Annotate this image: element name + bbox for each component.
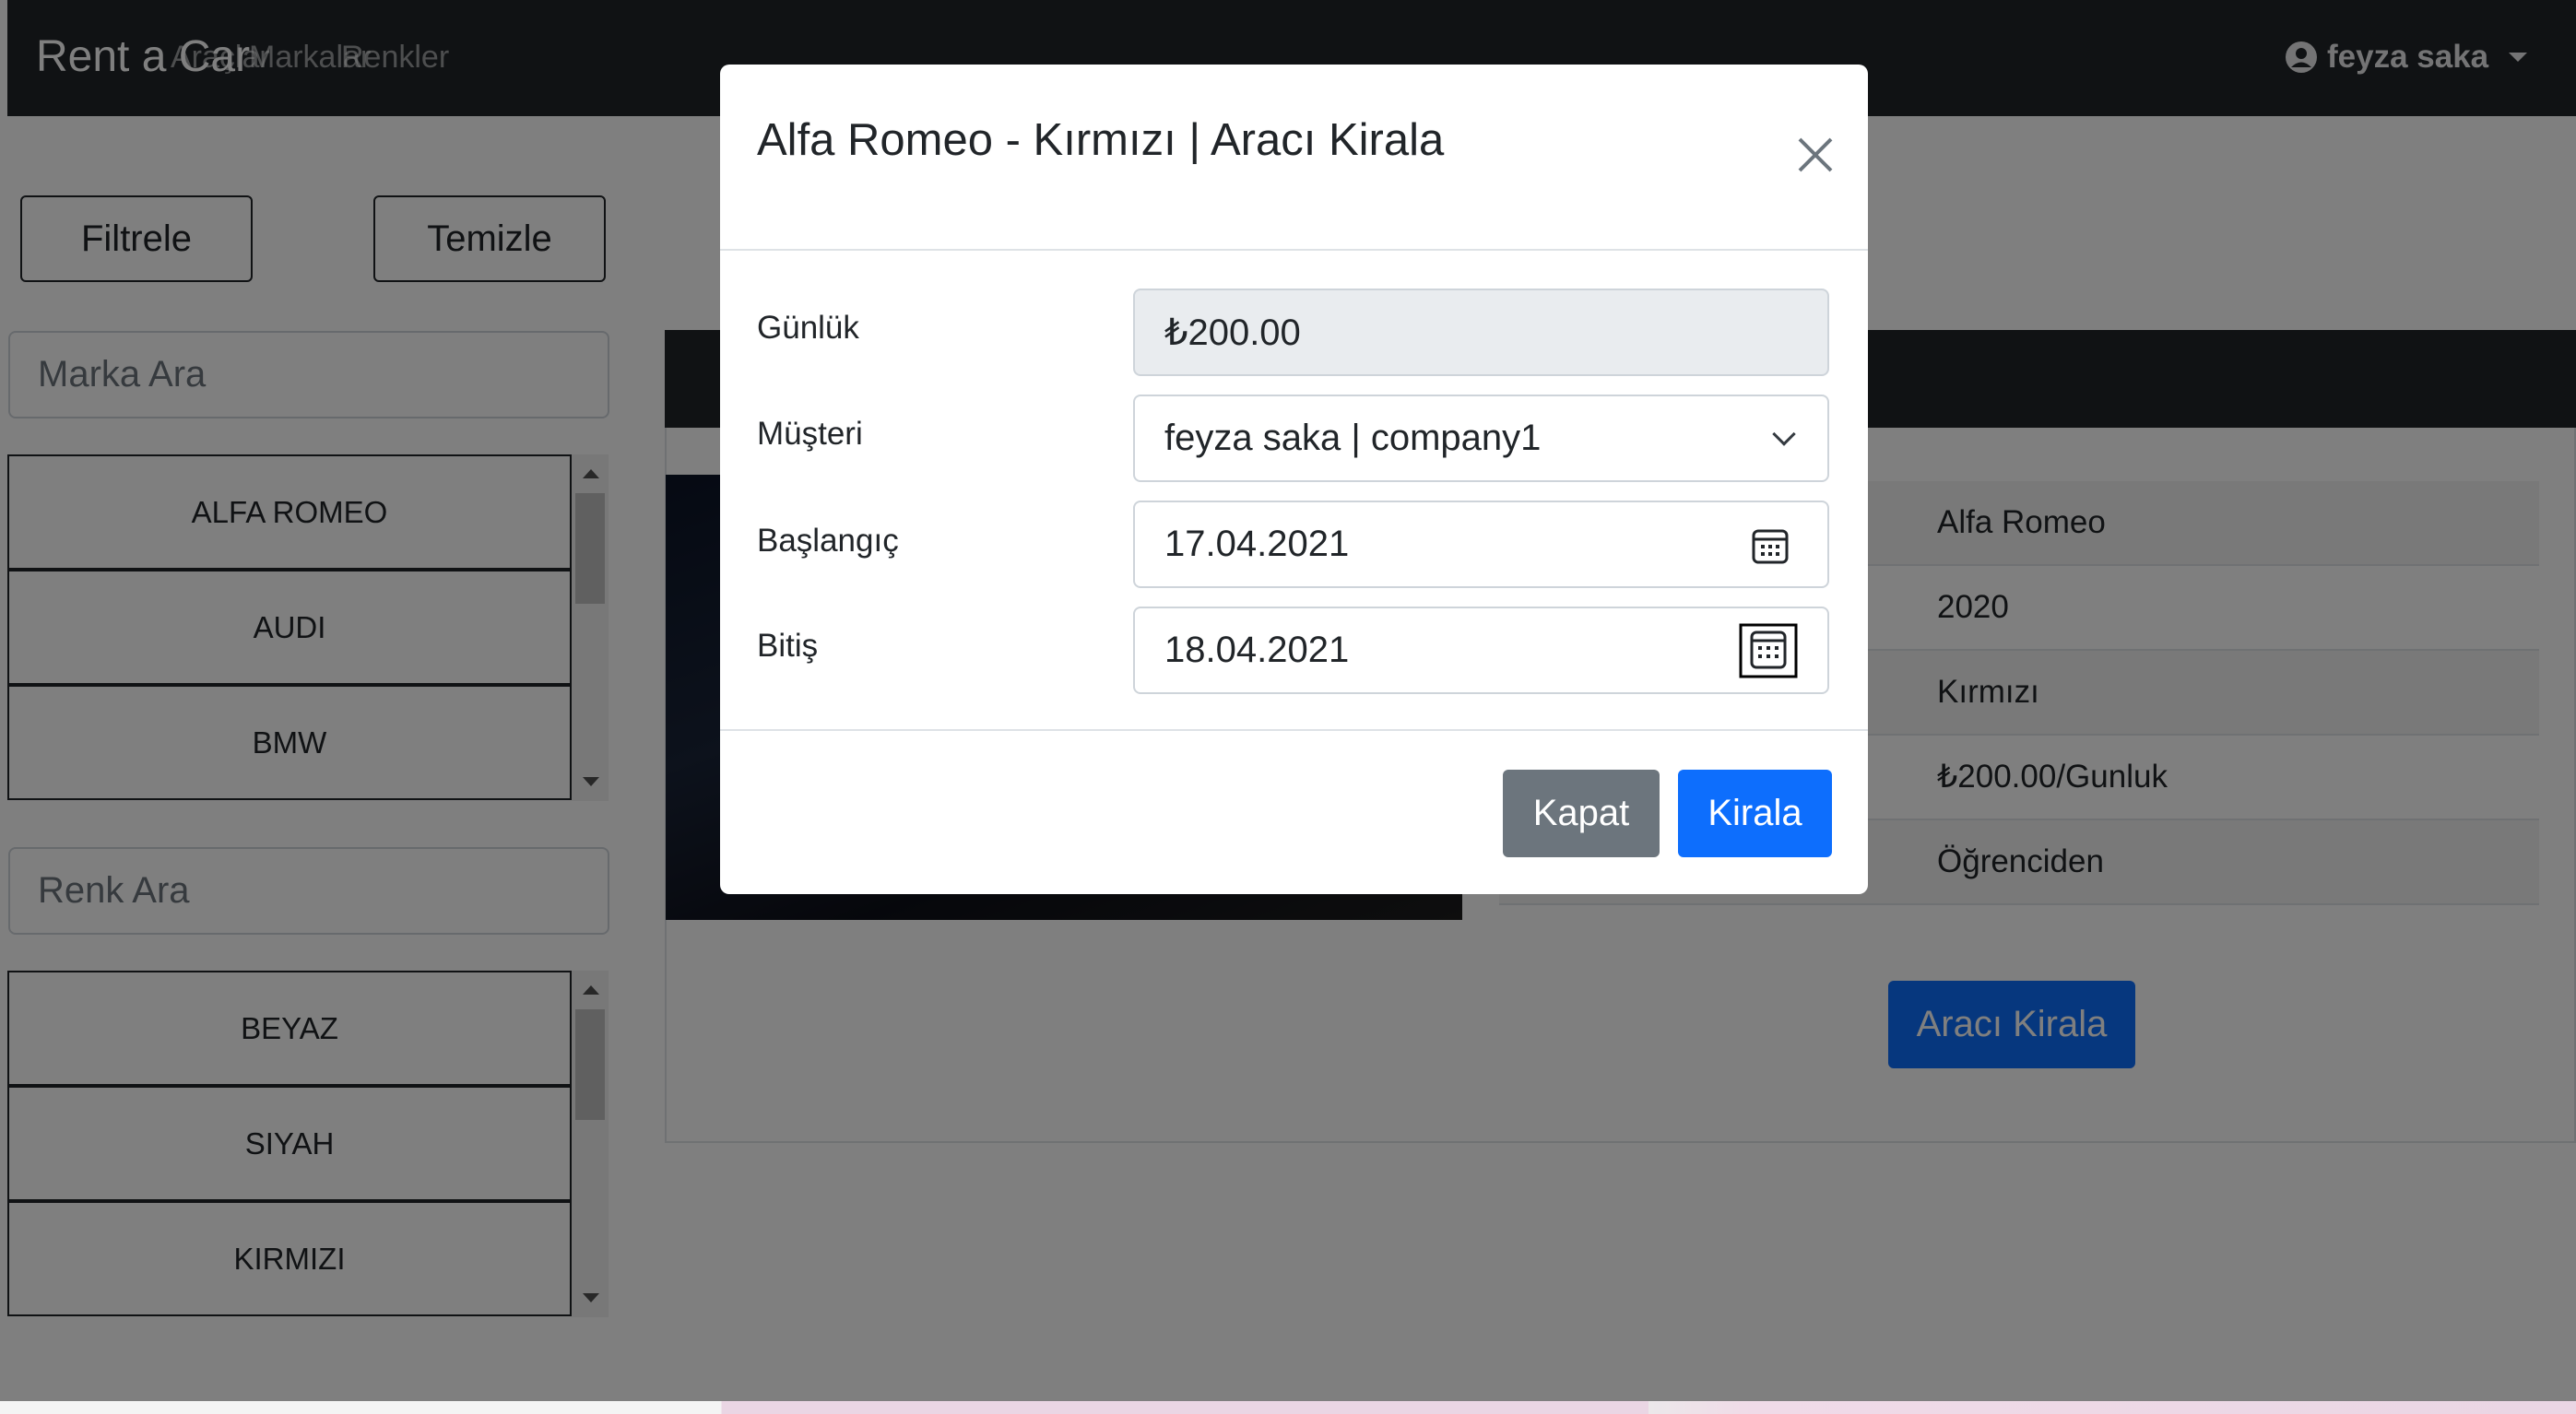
modal-header-divider xyxy=(720,249,1868,251)
close-modal-button[interactable]: Kapat xyxy=(1503,770,1660,857)
calendar-icon[interactable] xyxy=(1752,527,1789,564)
confirm-rent-button[interactable]: Kirala xyxy=(1678,770,1832,857)
calendar-icon[interactable] xyxy=(1739,623,1798,678)
start-date-value: 17.04.2021 xyxy=(1164,524,1350,564)
start-date-input[interactable]: 17.04.2021 xyxy=(1133,501,1829,588)
start-date-label: Başlangıç xyxy=(757,523,899,559)
end-date-input[interactable]: 18.04.2021 xyxy=(1133,607,1829,694)
end-date-label: Bitiş xyxy=(757,628,819,664)
bottom-strip xyxy=(0,1401,2576,1414)
chevron-down-icon xyxy=(1772,422,1796,446)
daily-label: Günlük xyxy=(757,310,859,346)
modal-footer-divider xyxy=(720,729,1868,731)
customer-label: Müşteri xyxy=(757,416,863,452)
customer-select-value: feyza saka | company1 xyxy=(1164,418,1542,458)
modal-title: Alfa Romeo - Kırmızı | Aracı Kirala xyxy=(757,115,1445,165)
rent-modal: Alfa Romeo - Kırmızı | Aracı Kirala Günl… xyxy=(720,65,1868,894)
close-icon[interactable] xyxy=(1797,136,1834,173)
daily-price-field: ₺200.00 xyxy=(1133,289,1829,376)
customer-select[interactable]: feyza saka | company1 xyxy=(1133,395,1829,482)
end-date-value: 18.04.2021 xyxy=(1164,630,1350,670)
